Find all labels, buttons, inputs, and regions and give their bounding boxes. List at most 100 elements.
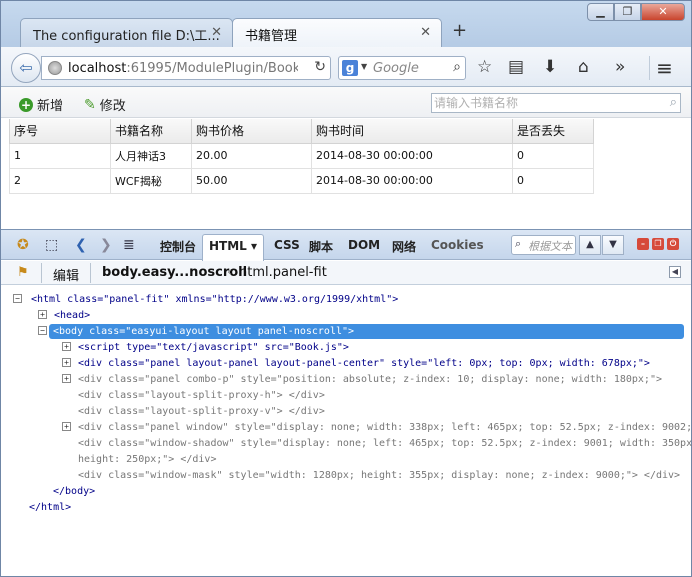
node-text: <div class="panel layout-panel layout-pa… [78, 358, 650, 369]
expand-icon[interactable]: + [38, 310, 47, 319]
window-close-icon[interactable]: ✕ [641, 3, 685, 21]
chevron-down-icon[interactable]: ▼ [361, 62, 367, 71]
maximize-icon[interactable]: ❐ [614, 3, 641, 21]
tree-node-split-h[interactable]: <div class="layout-split-proxy-h"> </div… [78, 388, 325, 403]
node-text: </html> [29, 502, 72, 513]
tab-css[interactable]: CSS [274, 238, 300, 252]
search-next-icon[interactable]: ▼ [602, 235, 624, 255]
tab-cookies[interactable]: Cookies [431, 238, 484, 252]
breadcrumb-current[interactable]: body.easy...noscroll [102, 265, 247, 280]
cell-lost: 0 [512, 167, 594, 194]
tree-node-window-shadow-cont: height: 250px;"> </div> [78, 452, 216, 467]
expand-icon[interactable]: + [62, 374, 71, 383]
page-content: + 新增 ✎ 修改 ⌕ 序号 书籍名称 购书价格 购书时间 是否丢失 [1, 87, 691, 229]
search-icon: ⌕ [515, 237, 522, 250]
minimize-icon[interactable]: ▁ [587, 3, 614, 21]
tab-script[interactable]: 脚本 [309, 238, 333, 255]
cell-price: 20.00 [191, 142, 312, 169]
tab-net[interactable]: 网络 [392, 238, 416, 255]
tree-node-html-close[interactable]: </html> [29, 500, 71, 515]
tab-config-file[interactable]: The configuration file D:\工... ✕ [20, 18, 233, 48]
devtools-close-icon[interactable]: ⏻ [667, 238, 679, 250]
new-tab-plus-icon[interactable]: + [452, 20, 467, 41]
devtools-minimize-icon[interactable]: – [637, 238, 649, 250]
table-row[interactable]: 1 人月神话3 20.00 2014-08-30 00:00:00 0 [9, 142, 594, 169]
devtools-search-input[interactable]: ⌕ 根据文本 [511, 235, 576, 255]
menu-hamburger-icon[interactable]: ≡ [649, 56, 679, 80]
browser-search-box[interactable]: g ▼ Google ⌕ [338, 56, 466, 80]
book-name-search-input[interactable] [432, 94, 657, 112]
edit-button[interactable]: ✎ 修改 [84, 95, 126, 115]
node-text: <body class="easyui-layout layout panel-… [53, 326, 355, 337]
search-icon[interactable]: ⌕ [670, 95, 677, 110]
selected-node-highlight: <body class="easyui-layout layout panel-… [49, 324, 684, 339]
collapse-icon[interactable]: − [38, 326, 47, 335]
devtools-detach-icon[interactable]: ❐ [652, 238, 664, 250]
column-header-title[interactable]: 书籍名称 [110, 119, 192, 144]
tab-strip: The configuration file D:\工... ✕ 书籍管理 ✕ … [1, 1, 691, 48]
add-button[interactable]: + 新增 [19, 95, 63, 114]
tree-node-body[interactable]: − <body class="easyui-layout layout pane… [38, 324, 684, 339]
download-icon[interactable]: ⬇ [543, 57, 557, 77]
collapse-side-panel-icon[interactable]: ◀ [669, 266, 681, 278]
inspect-cursor-icon[interactable]: ⬚ [45, 237, 58, 253]
tree-node-window-shadow[interactable]: <div class="window-shadow" style="displa… [78, 436, 692, 451]
expand-icon[interactable]: + [62, 358, 71, 367]
search-icon[interactable]: ⌕ [453, 59, 461, 75]
grid-toolbar: + 新增 ✎ 修改 ⌕ [1, 87, 691, 118]
google-icon[interactable]: g [342, 60, 358, 76]
tree-node-div-combo[interactable]: + <div class="panel combo-p" style="posi… [62, 372, 662, 387]
table-row[interactable]: 2 WCF揭秘 50.00 2014-08-30 00:00:00 0 [9, 167, 594, 194]
collapse-icon[interactable]: − [13, 294, 22, 303]
edit-button[interactable]: 编辑 [53, 265, 79, 284]
cell-price: 50.00 [191, 167, 312, 194]
expand-icon[interactable]: + [62, 422, 71, 431]
tree-node-window[interactable]: + <div class="panel window" style="displ… [62, 420, 692, 435]
firebug-icon[interactable]: ✪ [17, 237, 29, 253]
column-header-id[interactable]: 序号 [9, 119, 111, 144]
column-header-date[interactable]: 购书时间 [311, 119, 513, 144]
node-text: <html class="panel-fit" xmlns="http://ww… [31, 294, 399, 305]
tab-console[interactable]: 控制台 [160, 238, 196, 255]
devtools-panel: ✪ ⬚ ❮ ❯ ≣ 控制台 HTML ▾ CSS 脚本 DOM 网络 Cooki… [1, 229, 692, 576]
divider [41, 263, 42, 283]
devtools-toolbar: ✪ ⬚ ❮ ❯ ≣ 控制台 HTML ▾ CSS 脚本 DOM 网络 Cooki… [1, 230, 691, 261]
browser-window: The configuration file D:\工... ✕ 书籍管理 ✕ … [0, 0, 692, 577]
tree-node-head[interactable]: + <head> [38, 308, 90, 323]
forward-icon[interactable]: ❯ [100, 237, 112, 253]
column-header-lost[interactable]: 是否丢失 [512, 119, 594, 144]
search-placeholder: Google [373, 61, 419, 76]
back-arrow-icon[interactable]: ⇦ [11, 53, 41, 83]
cell-title: WCF揭秘 [110, 167, 192, 194]
reload-icon[interactable]: ↻ [314, 59, 326, 75]
command-line-icon[interactable]: ≣ [123, 237, 135, 253]
books-grid: 序号 书籍名称 购书价格 购书时间 是否丢失 1 人月神话3 20.00 201… [9, 119, 594, 194]
tree-node-body-close[interactable]: </body> [53, 484, 95, 499]
breadcrumb-parent[interactable]: html.panel-fit [239, 265, 327, 280]
tab-book-management[interactable]: 书籍管理 ✕ [232, 18, 442, 48]
bookmark-star-icon[interactable]: ☆ [477, 57, 492, 77]
tree-node-script[interactable]: + <script type="text/javascript" src="Bo… [62, 340, 349, 355]
tree-node-div-center[interactable]: + <div class="panel layout-panel layout-… [62, 356, 650, 371]
breadcrumb: ⚑ 编辑 body.easy...noscroll ‹ html.panel-f… [1, 261, 691, 285]
tab-title: 书籍管理 [245, 29, 298, 44]
column-header-price[interactable]: 购书价格 [191, 119, 312, 144]
close-icon[interactable]: ✕ [211, 25, 222, 40]
node-text: <div class="layout-split-proxy-h"> </div… [78, 390, 325, 401]
tree-node-split-v[interactable]: <div class="layout-split-proxy-v"> </div… [78, 404, 325, 419]
url-bar[interactable]: localhost:61995/ModulePlugin/BookM ↻ [41, 56, 331, 80]
tree-node-html[interactable]: − <html class="panel-fit" xmlns="http://… [13, 292, 398, 307]
search-prev-icon[interactable]: ▲ [579, 235, 601, 255]
back-icon[interactable]: ❮ [75, 237, 87, 253]
tab-dom[interactable]: DOM [348, 238, 380, 252]
overflow-chevron-icon[interactable]: » [615, 57, 625, 77]
bookmarks-list-icon[interactable]: ▤ [508, 57, 524, 77]
firebug-toggle-icon[interactable]: ⚑ [17, 265, 29, 280]
close-icon[interactable]: ✕ [420, 25, 431, 40]
home-icon[interactable]: ⌂ [578, 57, 589, 77]
tab-html[interactable]: HTML ▾ [202, 234, 265, 261]
expand-icon[interactable]: + [62, 342, 71, 351]
cell-id: 1 [9, 142, 111, 169]
tree-node-window-mask[interactable]: <div class="window-mask" style="width: 1… [78, 468, 680, 483]
globe-icon [48, 61, 62, 75]
